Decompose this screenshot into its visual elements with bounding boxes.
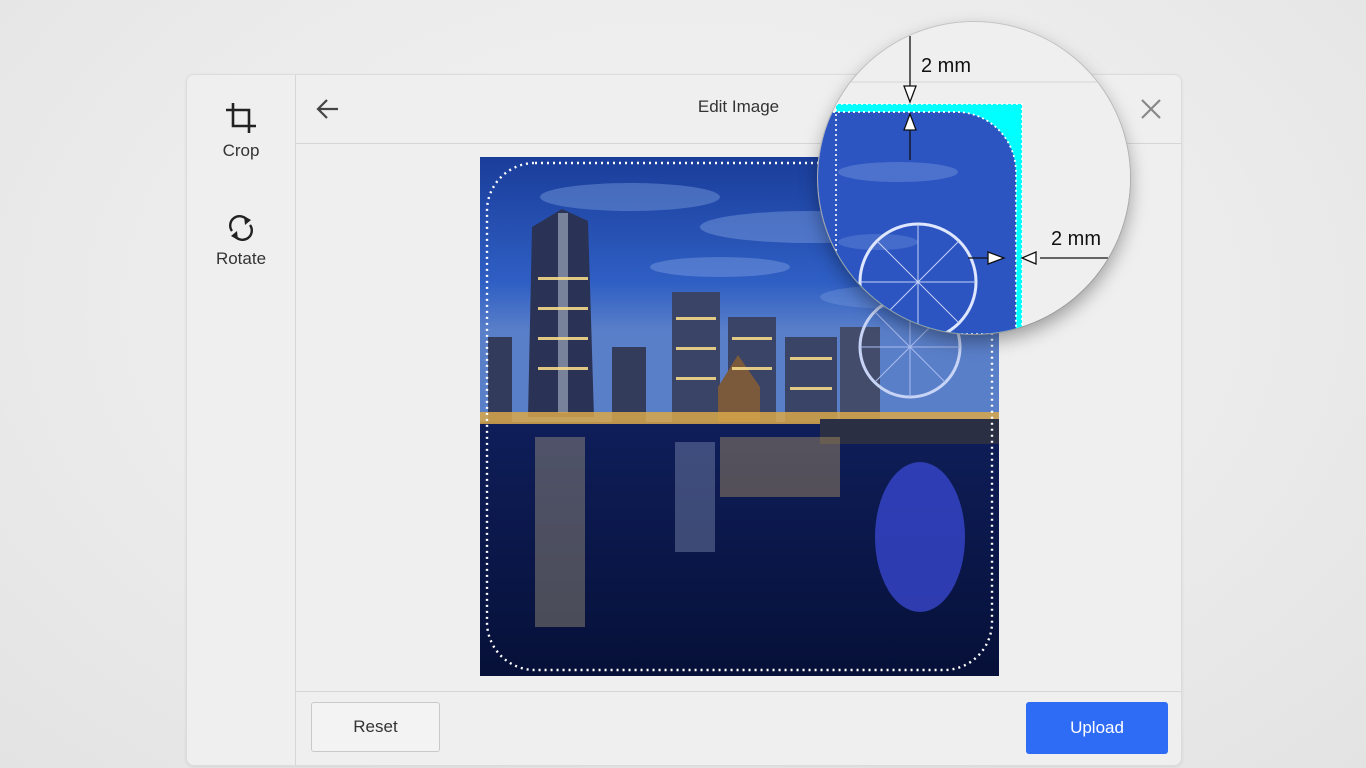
magnified-corner bbox=[818, 22, 1130, 334]
right-margin-label: 2 mm bbox=[1051, 228, 1101, 250]
crop-label: Crop bbox=[222, 141, 260, 160]
upload-button[interactable]: Upload bbox=[1026, 702, 1168, 754]
magnifier-lens: 2 mm 2 mm bbox=[818, 22, 1130, 334]
top-margin-label: 2 mm bbox=[921, 55, 971, 77]
rotate-icon bbox=[229, 215, 253, 241]
close-button[interactable] bbox=[1137, 95, 1165, 123]
rotate-tool[interactable]: Rotate bbox=[187, 213, 295, 269]
rotate-label: Rotate bbox=[215, 249, 267, 268]
reset-button[interactable]: Reset bbox=[311, 702, 440, 752]
crop-icon bbox=[226, 103, 256, 133]
dialog-footer: Reset Upload bbox=[296, 691, 1181, 765]
crop-tool[interactable]: Crop bbox=[187, 101, 295, 161]
tool-sidebar: Crop Rotate bbox=[187, 75, 296, 765]
close-icon bbox=[1141, 99, 1161, 119]
